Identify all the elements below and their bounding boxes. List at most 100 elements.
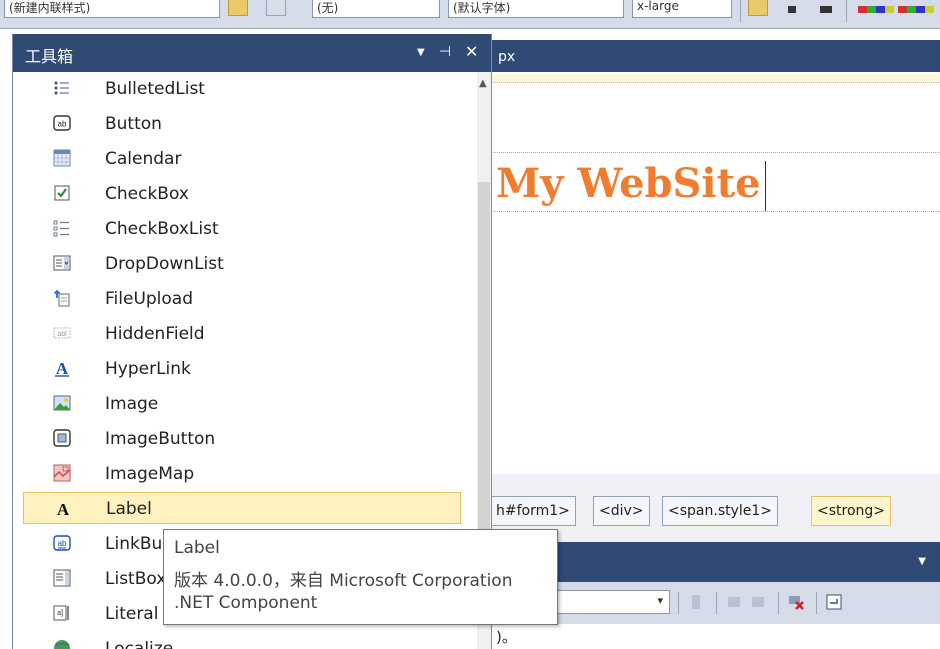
document-tab-bar: px <box>490 40 940 72</box>
toolbox-item-label: CheckBox <box>105 184 189 204</box>
hidden-field-icon: abl <box>53 327 71 339</box>
svg-text:A: A <box>57 500 70 518</box>
toolbox-item-label: BulletedList <box>105 79 205 99</box>
tag-strong[interactable]: <strong> <box>811 496 892 526</box>
toolbox-item-calendar[interactable]: Calendar <box>23 142 461 174</box>
toolbox-header: 工具箱 ▼ ⊣ ✕ <box>13 34 491 72</box>
tooltip-name: Label <box>174 538 220 558</box>
title-container[interactable]: My WebSite <box>490 152 940 212</box>
toolbox-item-image[interactable]: Image <box>23 387 461 419</box>
literal-icon: a] <box>53 605 69 621</box>
dropdown-list-icon <box>53 255 71 271</box>
toolbox-item-localize[interactable]: Localize <box>23 632 461 649</box>
toolbox-title: 工具箱 <box>25 47 74 66</box>
image-map-icon <box>53 464 71 482</box>
toolbox-item-label: Literal <box>105 604 159 624</box>
localize-icon <box>54 640 70 649</box>
toolbox-item-button[interactable]: ab Button <box>23 107 461 139</box>
toolbox-item-label: ImageButton <box>105 429 216 449</box>
attach-style-button[interactable] <box>266 0 286 16</box>
formatting-toolbar: (新建内联样式) (无) (默认字体) x-large <box>0 0 940 29</box>
pin-icon[interactable]: ⊣ <box>439 44 451 60</box>
website-title-text[interactable]: My WebSite <box>496 161 766 211</box>
output-text-area[interactable]: )。 <box>490 624 940 649</box>
toolbox-item-label[interactable]: A Label <box>23 492 461 524</box>
toolbox-item-label-text: Label <box>106 499 152 519</box>
toolbox-item-label: CheckBoxList <box>105 219 219 239</box>
word-wrap-icon[interactable] <box>826 594 842 610</box>
label-icon: A <box>57 500 70 518</box>
toolbox-item-label: Button <box>105 114 162 134</box>
svg-text:A: A <box>56 359 69 377</box>
next-message-icon[interactable] <box>750 594 766 610</box>
dropdown-arrow-icon[interactable]: ▼ <box>918 556 926 567</box>
file-upload-icon <box>53 289 70 307</box>
tag-div[interactable]: <div> <box>593 496 650 526</box>
toolbar-separator <box>716 592 717 614</box>
toolbox-item-label: ImageMap <box>105 464 195 484</box>
link-button-icon: ab <box>53 535 71 551</box>
svg-text:a]: a] <box>57 610 63 617</box>
toolbox-item-checkbox[interactable]: CheckBox <box>23 177 461 209</box>
toolbox-item-label: FileUpload <box>105 289 194 309</box>
toolbox-item-imagebutton[interactable]: ImageButton <box>23 422 461 454</box>
toolbar-separator <box>740 0 741 22</box>
bold-button[interactable] <box>748 0 768 16</box>
design-surface[interactable]: My WebSite <box>490 72 940 474</box>
toolbar-separator <box>846 0 847 22</box>
font-name-combo[interactable]: (默认字体) <box>448 0 624 18</box>
svg-text:ab: ab <box>58 539 67 548</box>
image-icon <box>53 395 71 411</box>
toolbox-item-label: Image <box>105 394 159 414</box>
toolbox-item-label: DropDownList <box>105 254 224 274</box>
close-icon[interactable]: ✕ <box>465 42 478 61</box>
back-color-icon[interactable] <box>898 6 934 13</box>
toolbox-item-label: HyperLink <box>105 359 191 379</box>
underline-icon[interactable] <box>820 6 832 13</box>
tooltip-type: .NET Component <box>174 593 318 613</box>
italic-icon[interactable] <box>788 6 796 13</box>
output-line: )。 <box>496 628 517 646</box>
tooltip-version: 版本 4.0.0.0，来自 Microsoft Corporation <box>174 571 513 591</box>
new-style-button[interactable] <box>228 0 248 16</box>
calendar-icon <box>53 149 71 167</box>
font-size-combo[interactable]: x-large <box>632 0 732 18</box>
toolbar-separator <box>816 592 817 614</box>
toolbox-item-dropdownlist[interactable]: DropDownList <box>23 247 461 279</box>
toolbox-item-bulletedlist[interactable]: BulletedList <box>23 72 461 104</box>
toolbox-item-fileupload[interactable]: FileUpload <box>23 282 461 314</box>
toolbox-item-label: Calendar <box>105 149 182 169</box>
svg-text:abl: abl <box>57 331 67 338</box>
toolbox-item-hiddenfield[interactable]: abl HiddenField <box>23 317 461 349</box>
toolbox-item-label: Localize <box>105 639 174 649</box>
toolbox-item-imagemap[interactable]: ImageMap <box>23 457 461 489</box>
toolbar-separator <box>678 592 679 614</box>
tag-form1[interactable]: h#form1> <box>490 496 576 526</box>
scroll-up-icon[interactable]: ▲ <box>479 78 487 89</box>
window-position-icon[interactable]: ▼ <box>417 47 425 58</box>
previous-message-icon[interactable] <box>726 594 742 610</box>
toolbox-item-hyperlink[interactable]: A HyperLink <box>23 352 461 384</box>
button-icon: ab <box>53 115 71 131</box>
find-message-icon[interactable] <box>688 594 704 610</box>
checkbox-icon <box>54 185 70 201</box>
hyperlink-icon: A <box>55 359 69 377</box>
toolbox-item-label: ListBox <box>105 569 167 589</box>
style-combo[interactable]: (新建内联样式) <box>4 0 220 18</box>
chevron-down-icon[interactable]: ▾ <box>657 594 663 607</box>
toolbar-separator <box>778 592 779 614</box>
toolbox-tooltip: Label 版本 4.0.0.0，来自 Microsoft Corporatio… <box>163 529 558 625</box>
clear-all-icon[interactable] <box>788 594 804 610</box>
svg-text:ab: ab <box>58 120 67 129</box>
tag-span-style1[interactable]: <span.style1> <box>662 496 779 526</box>
form-top-border <box>490 74 940 83</box>
block-format-combo[interactable]: (无) <box>312 0 440 18</box>
bulleted-list-icon <box>54 81 69 95</box>
checkbox-list-icon <box>53 220 69 237</box>
fore-color-icon[interactable] <box>858 6 894 13</box>
document-tab[interactable]: px <box>498 49 515 65</box>
toolbox-item-label: LinkBu <box>105 534 163 554</box>
toolbox-item-label: HiddenField <box>105 324 205 344</box>
toolbox-item-checkboxlist[interactable]: CheckBoxList <box>23 212 461 244</box>
scrollbar-thumb[interactable] <box>478 182 490 546</box>
